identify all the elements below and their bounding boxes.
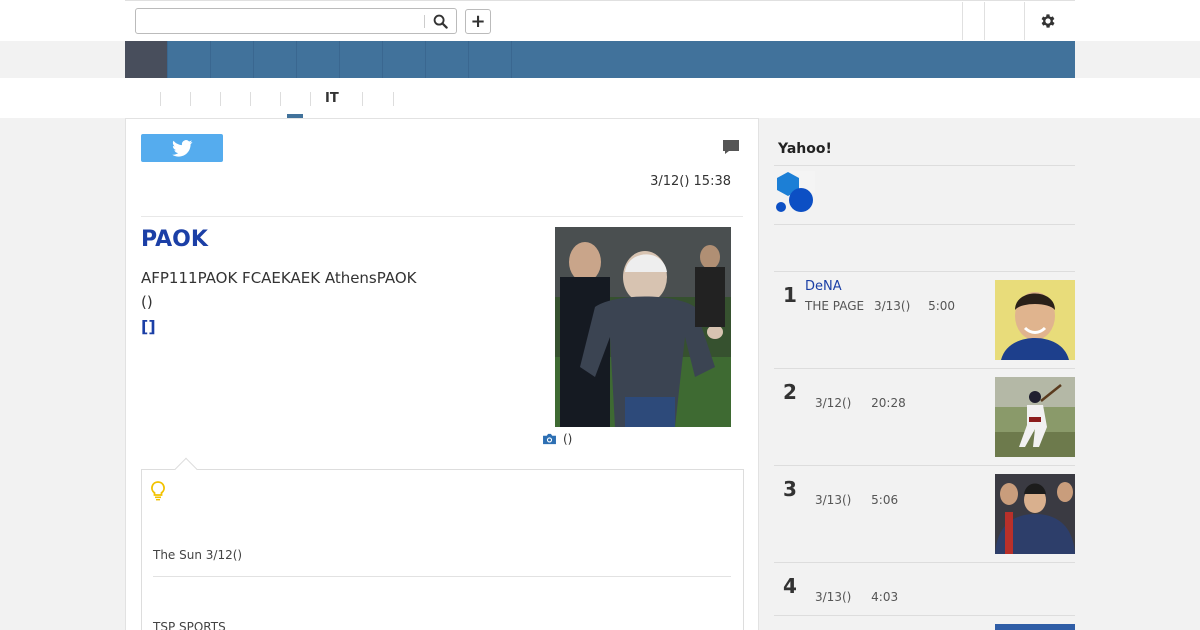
toolbar-divider bbox=[962, 2, 963, 40]
subnav-separator bbox=[220, 92, 221, 106]
ranking-number: 1 bbox=[783, 283, 797, 307]
nav-item-home[interactable] bbox=[125, 41, 168, 78]
divider bbox=[141, 216, 743, 217]
sidebar-title: Yahoo! bbox=[778, 141, 832, 157]
ranking-item[interactable]: 2 3/12() 20:28 bbox=[774, 368, 1075, 465]
toolbar-divider bbox=[1024, 2, 1025, 40]
stadium-photo-image bbox=[555, 227, 731, 427]
ranking-number: 4 bbox=[783, 574, 797, 598]
ranking-item[interactable]: 3 3/13() 5:06 bbox=[774, 465, 1075, 562]
ranking-time: 20:28 bbox=[871, 396, 906, 410]
photo-caption-text: () bbox=[563, 432, 573, 446]
tip-arrow bbox=[174, 457, 198, 481]
ranking-meta: 3/12() 20:28 bbox=[815, 396, 906, 410]
subnav-item-it[interactable]: IT bbox=[325, 91, 339, 106]
comment-button[interactable] bbox=[722, 139, 740, 159]
ranking-date: 3/13() bbox=[815, 590, 852, 604]
ranking-meta: 3/13() 5:06 bbox=[815, 493, 898, 507]
nav-item[interactable] bbox=[168, 41, 211, 78]
lightbulb-icon bbox=[151, 481, 165, 505]
settings-button[interactable] bbox=[1037, 10, 1059, 32]
divider bbox=[774, 165, 1075, 166]
top-bar-inner: + bbox=[125, 0, 1075, 41]
sidebar: Yahoo! 1 DeNA THE PAGE 3/13() 5:00 2 3/1… bbox=[759, 118, 1075, 630]
article-date: 3/12() 15:38 bbox=[650, 174, 731, 189]
nav-item[interactable] bbox=[211, 41, 254, 78]
article-panel: 3/12() 15:38 PAOK AFP111PAOK FCAEKAEK At… bbox=[125, 118, 759, 630]
gear-icon bbox=[1041, 14, 1055, 28]
ranking-time: 5:00 bbox=[928, 299, 956, 313]
ranking-item[interactable]: 1 DeNA THE PAGE 3/13() 5:00 bbox=[774, 271, 1075, 368]
sub-nav: IT bbox=[125, 78, 1075, 118]
subnav-separator bbox=[280, 92, 281, 106]
ranking-number: 3 bbox=[783, 477, 797, 501]
subnav-separator bbox=[250, 92, 251, 106]
ranking-date: 3/12() bbox=[815, 396, 852, 410]
article-body: AFP111PAOK FCAEKAEK AthensPAOK () bbox=[141, 266, 531, 314]
ranking-thumbnail[interactable] bbox=[995, 280, 1075, 360]
camera-icon bbox=[543, 433, 556, 445]
search-box bbox=[135, 8, 457, 34]
search-input[interactable] bbox=[136, 9, 426, 33]
nav-item[interactable] bbox=[383, 41, 426, 78]
divider bbox=[153, 576, 731, 577]
brand-logo[interactable] bbox=[775, 171, 815, 213]
ranking-thumbnail[interactable] bbox=[995, 377, 1075, 457]
ranking-title[interactable]: DeNA bbox=[805, 279, 842, 294]
nav-item[interactable] bbox=[469, 41, 512, 78]
search-icon bbox=[433, 14, 448, 29]
comment-icon bbox=[723, 140, 739, 154]
main-nav bbox=[125, 41, 1075, 78]
baseball-batter-photo-image bbox=[995, 377, 1075, 457]
ranking-item[interactable]: 4 3/13() 4:03 bbox=[774, 562, 1075, 630]
ranking-date: 3/13() bbox=[815, 493, 852, 507]
subnav-separator bbox=[362, 92, 363, 106]
nav-item[interactable] bbox=[426, 41, 469, 78]
subnav-separator bbox=[310, 92, 311, 106]
subnav-separator bbox=[190, 92, 191, 106]
ranking-thumbnail[interactable] bbox=[995, 624, 1075, 630]
ranking-time: 4:03 bbox=[871, 590, 899, 604]
search-separator bbox=[424, 15, 425, 28]
related-news-box: The Sun 3/12() TSP SPORTS bbox=[141, 457, 744, 630]
nav-item[interactable] bbox=[340, 41, 383, 78]
related-news-source[interactable]: TSP SPORTS bbox=[153, 620, 226, 630]
toolbar-divider bbox=[984, 2, 985, 40]
group-of-men-photo-image bbox=[995, 474, 1075, 554]
divider bbox=[774, 224, 1075, 225]
article-title[interactable]: PAOK bbox=[141, 227, 208, 252]
ranking-date: 3/13() bbox=[873, 299, 911, 313]
nav-item[interactable] bbox=[297, 41, 340, 78]
ranking-source: THE PAGE bbox=[805, 299, 865, 313]
twitter-bird-icon bbox=[171, 139, 192, 157]
article-body-line: AFP111PAOK FCAEKAEK AthensPAOK bbox=[141, 269, 417, 287]
hexagon-dots-logo-icon bbox=[776, 171, 815, 212]
article-photo[interactable] bbox=[555, 227, 731, 427]
add-button[interactable]: + bbox=[465, 9, 491, 34]
ranking-number: 2 bbox=[783, 380, 797, 404]
article-body-line: () bbox=[141, 293, 153, 311]
top-bar: + bbox=[0, 0, 1200, 41]
tweet-button[interactable] bbox=[141, 134, 223, 162]
ranking-meta: THE PAGE 3/13() 5:00 bbox=[805, 299, 955, 313]
ranking-thumbnail[interactable] bbox=[995, 474, 1075, 554]
subnav-separator bbox=[160, 92, 161, 106]
search-button[interactable] bbox=[428, 11, 452, 31]
divider bbox=[774, 615, 1075, 616]
related-news-source[interactable]: The Sun 3/12() bbox=[153, 548, 242, 562]
subnav-separator bbox=[393, 92, 394, 106]
nav-item[interactable] bbox=[254, 41, 297, 78]
smiling-man-photo-image bbox=[995, 280, 1075, 360]
ranking-meta: 3/13() 4:03 bbox=[815, 590, 898, 604]
photo-caption[interactable]: () bbox=[542, 432, 572, 446]
article-read-more-link[interactable]: [] bbox=[141, 317, 156, 336]
ranking-time: 5:06 bbox=[871, 493, 899, 507]
